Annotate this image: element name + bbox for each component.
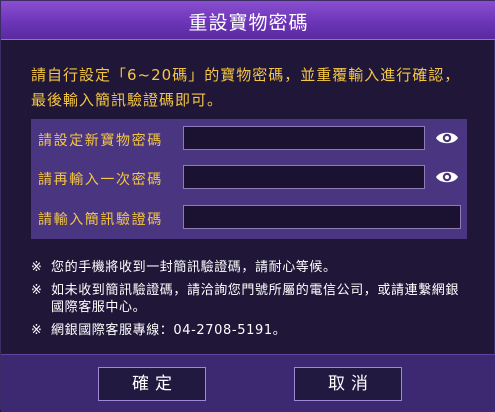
sms-code-label: 請輸入簡訊驗證碼 — [38, 212, 163, 228]
note-mark: ※ — [31, 283, 43, 298]
new-password-input[interactable] — [183, 126, 425, 150]
note-mark: ※ — [31, 260, 43, 275]
dialog-title-bar: 重設寶物密碼 — [1, 1, 495, 40]
note-text: 您的手機將收到一封簡訊驗證碼，請耐心等候。 — [51, 260, 337, 275]
note-mark: ※ — [31, 323, 43, 338]
sms-code-row: 請輸入簡訊驗證碼 — [31, 204, 467, 232]
confirm-password-row: 請再輸入一次密碼 — [31, 164, 467, 192]
cancel-button[interactable]: 取消 — [294, 367, 402, 401]
confirm-button[interactable]: 確定 — [98, 367, 206, 401]
note-text: 網銀國際客服專線：04-2708-5191。 — [51, 323, 287, 338]
note-item: ※ 如未收到簡訊驗證碼，請洽詢您門號所屬的電信公司，或請連繫網銀國際客服中心。 — [31, 282, 471, 316]
note-item: ※ 網銀國際客服專線：04-2708-5191。 — [31, 322, 471, 339]
password-form: 請設定新寶物密碼 請再輸入一次密碼 請輸入簡訊驗證碼 — [31, 119, 467, 239]
confirm-password-input[interactable] — [183, 165, 425, 189]
new-password-label: 請設定新寶物密碼 — [38, 133, 163, 149]
eye-icon[interactable] — [435, 168, 459, 186]
dialog-title: 重設寶物密碼 — [188, 12, 309, 34]
confirm-password-label: 請再輸入一次密碼 — [38, 172, 163, 188]
dialog-footer: 確定 取消 — [1, 354, 495, 412]
instruction-text: 請自行設定「6~20碼」的寶物密碼，並重覆輸入進行確認，最後輸入簡訊驗證碼即可。 — [31, 66, 461, 109]
new-password-row: 請設定新寶物密碼 — [31, 125, 467, 153]
note-item: ※ 您的手機將收到一封簡訊驗證碼，請耐心等候。 — [31, 259, 471, 276]
note-text: 如未收到簡訊驗證碼，請洽詢您門號所屬的電信公司，或請連繫網銀國際客服中心。 — [51, 283, 460, 315]
reset-treasure-password-dialog: 重設寶物密碼 請自行設定「6~20碼」的寶物密碼，並重覆輸入進行確認，最後輸入簡… — [0, 0, 495, 412]
notes-list: ※ 您的手機將收到一封簡訊驗證碼，請耐心等候。 ※ 如未收到簡訊驗證碼，請洽詢您… — [31, 259, 471, 345]
sms-code-input[interactable] — [183, 205, 461, 229]
eye-icon[interactable] — [435, 129, 459, 147]
